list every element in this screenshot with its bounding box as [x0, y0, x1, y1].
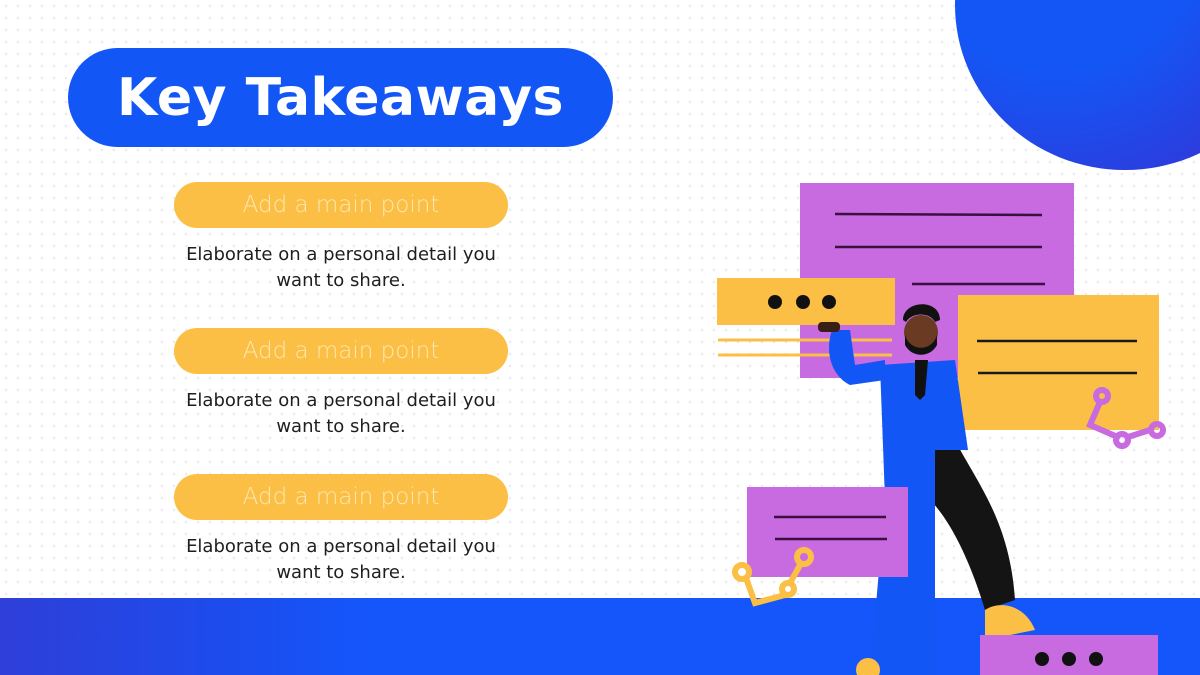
ellipsis-window-icon	[980, 635, 1158, 675]
text-window-icon	[747, 487, 908, 577]
illustration	[717, 183, 1166, 675]
text-window-icon	[958, 295, 1159, 430]
